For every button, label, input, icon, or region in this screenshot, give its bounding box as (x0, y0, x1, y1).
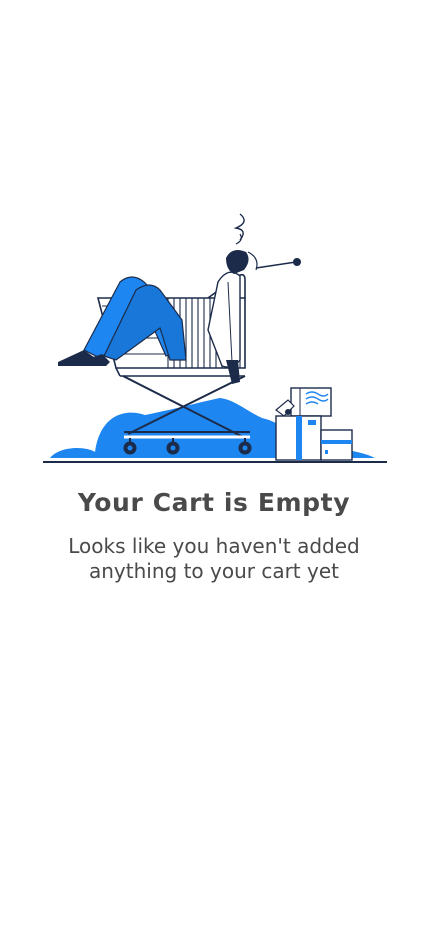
boxes-stack (275, 387, 353, 461)
empty-cart-illustration (43, 213, 387, 463)
empty-cart-title: Your Cart is Empty (77, 488, 351, 517)
empty-cart-screen: Your Cart is Empty Looks like you haven'… (0, 0, 428, 926)
person-head (226, 213, 258, 274)
empty-cart-message: Looks like you haven't added anything to… (68, 534, 360, 583)
person-arm (255, 258, 301, 269)
person-legs (58, 276, 187, 366)
